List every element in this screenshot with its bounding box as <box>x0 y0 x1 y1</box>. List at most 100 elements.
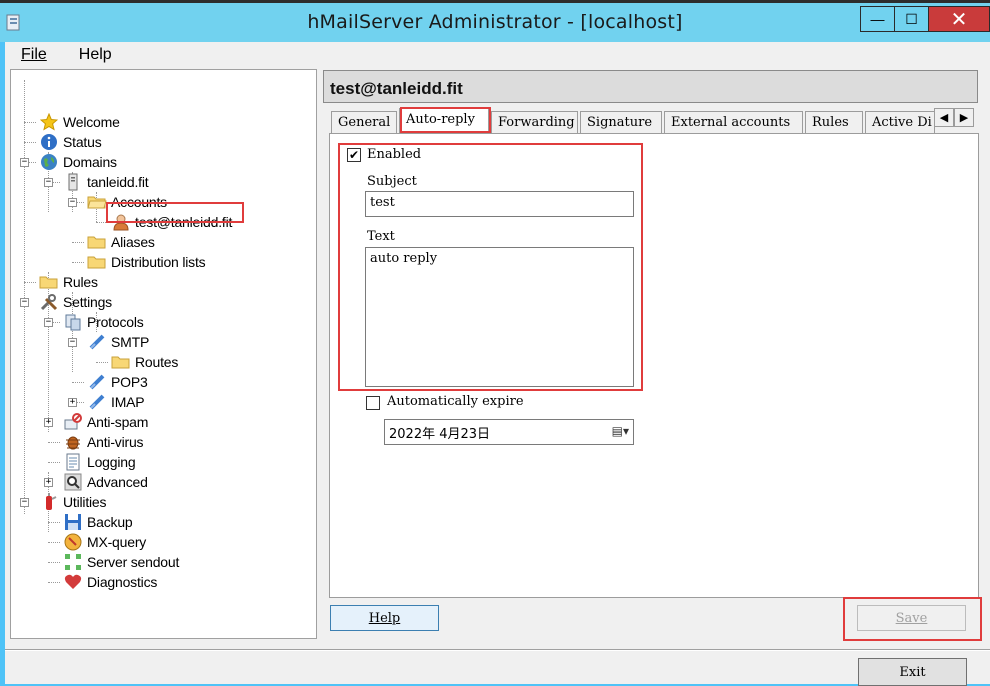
collapse-settings-toggle[interactable]: − <box>20 298 29 307</box>
tree-item-protocols[interactable]: Protocols <box>63 312 144 332</box>
tree-item-settings[interactable]: Settings <box>39 292 112 312</box>
tree-line <box>48 462 60 463</box>
collapse-domain-toggle[interactable]: − <box>44 178 53 187</box>
tree-line <box>96 362 108 363</box>
tree-item-anti-virus[interactable]: Anti-virus <box>63 432 144 452</box>
tree-line <box>72 382 84 383</box>
tree-item-pop3[interactable]: POP3 <box>87 372 148 392</box>
heart-icon <box>63 573 83 591</box>
tree-item-smtp[interactable]: SMTP <box>87 332 149 352</box>
tab-signature[interactable]: Signature <box>580 111 662 133</box>
tree-item-imap[interactable]: IMAP <box>87 392 145 412</box>
tab-external-accounts[interactable]: External accounts <box>664 111 803 133</box>
menu-bar: File Help <box>5 42 990 68</box>
expand-imap-toggle[interactable]: + <box>68 398 77 407</box>
tree-line <box>24 142 36 143</box>
plug-icon <box>87 333 107 351</box>
swiss-knife-icon <box>39 493 59 511</box>
plug-icon <box>87 373 107 391</box>
tree-item-utilities[interactable]: Utilities <box>39 492 107 512</box>
tab-scroll-right-button[interactable]: ▶ <box>954 108 974 127</box>
tree-item-label: Distribution lists <box>111 254 206 270</box>
tree-item-advanced[interactable]: Advanced <box>63 472 148 492</box>
info-icon <box>39 133 59 151</box>
tree-item-label: Routes <box>135 354 179 370</box>
expand-advanced-toggle[interactable]: + <box>44 478 53 487</box>
tree-item-routes[interactable]: Routes <box>111 352 178 372</box>
subject-input[interactable]: test <box>365 191 634 217</box>
collapse-domains-toggle[interactable]: − <box>20 158 29 167</box>
enabled-label: Enabled <box>367 147 422 162</box>
no-mail-icon <box>63 413 83 431</box>
tree-item-backup[interactable]: Backup <box>63 512 133 532</box>
tab-forwarding[interactable]: Forwarding <box>491 111 578 133</box>
tab-general[interactable]: General <box>331 111 397 133</box>
collapse-accounts-toggle[interactable]: − <box>68 198 77 207</box>
help-button[interactable]: Help <box>330 605 439 631</box>
tree-item-label: MX-query <box>87 534 147 550</box>
tab-scroll-left-button[interactable]: ◀ <box>934 108 954 127</box>
close-button[interactable]: ✕ <box>928 6 990 32</box>
protocols-icon <box>63 313 83 331</box>
tab-strip: General Auto-reply Forwarding Signature … <box>331 107 981 134</box>
close-icon: ✕ <box>950 8 968 31</box>
globe-icon <box>39 153 59 171</box>
tree-item-label: Rules <box>63 274 98 290</box>
tab-active-directory[interactable]: Active Di <box>865 111 935 133</box>
tree-item-domains[interactable]: Domains <box>39 152 117 172</box>
minimize-button[interactable]: — <box>860 6 894 32</box>
server-icon <box>63 173 83 191</box>
expire-date-value: 2022年 4月23日 <box>389 427 491 442</box>
tools-icon <box>39 293 59 311</box>
magnifier-icon <box>63 473 83 491</box>
floppy-disk-icon <box>63 513 83 531</box>
tree-item-server-sendout[interactable]: Server sendout <box>63 552 179 572</box>
text-textarea[interactable]: auto reply <box>365 247 634 387</box>
tree-line <box>48 582 60 583</box>
auto-expire-checkbox[interactable] <box>366 396 380 410</box>
folder-open-icon <box>87 193 107 211</box>
subject-label: Subject <box>367 174 417 189</box>
tree-item-label: Status <box>63 134 102 150</box>
separator <box>5 649 990 651</box>
maximize-button[interactable]: ☐ <box>894 6 928 32</box>
collapse-utilities-toggle[interactable]: − <box>20 498 29 507</box>
expire-date-picker[interactable]: 2022年 4月23日 ▤▾ <box>384 419 634 445</box>
tree-item-label: Protocols <box>87 314 144 330</box>
tree-item-welcome[interactable]: Welcome <box>39 112 120 132</box>
navigation-tree: − − − − − − + + + − Welcome Status Domai… <box>10 69 317 639</box>
account-highlight-box <box>106 202 244 223</box>
calendar-dropdown-icon[interactable]: ▤▾ <box>612 424 629 438</box>
tree-item-label: IMAP <box>111 394 145 410</box>
tree-item-label: Anti-virus <box>87 434 144 450</box>
tree-item-rules[interactable]: Rules <box>39 272 98 292</box>
menu-file[interactable]: File <box>5 46 63 64</box>
collapse-protocols-toggle[interactable]: − <box>44 318 53 327</box>
tree-item-anti-spam[interactable]: Anti-spam <box>63 412 148 432</box>
tree-line <box>48 542 60 543</box>
enabled-checkbox[interactable]: ✔ <box>347 148 361 162</box>
folder-icon <box>87 233 107 251</box>
tree-item-label: Aliases <box>111 234 155 250</box>
tree-item-diagnostics[interactable]: Diagnostics <box>63 572 157 592</box>
tab-rules[interactable]: Rules <box>805 111 863 133</box>
auto-reply-panel: ✔ Enabled Subject test Text auto reply A… <box>329 133 979 598</box>
bug-icon <box>63 433 83 451</box>
minimize-icon: — <box>870 11 885 27</box>
menu-help[interactable]: Help <box>63 46 128 64</box>
tab-scroll: ◀ ▶ <box>934 108 974 127</box>
tree-item-status[interactable]: Status <box>39 132 102 152</box>
expand-antispam-toggle[interactable]: + <box>44 418 53 427</box>
tree-item-aliases[interactable]: Aliases <box>87 232 155 252</box>
tree-item-distribution-lists[interactable]: Distribution lists <box>87 252 206 272</box>
collapse-smtp-toggle[interactable]: − <box>68 338 77 347</box>
network-icon <box>63 553 83 571</box>
tree-item-mx-query[interactable]: MX-query <box>63 532 146 552</box>
tree-item-logging[interactable]: Logging <box>63 452 136 472</box>
log-document-icon <box>63 453 83 471</box>
save-button[interactable]: Save <box>857 605 966 631</box>
tree-item-label: Welcome <box>63 114 120 130</box>
tree-item-domain[interactable]: tanleidd.fit <box>63 172 149 192</box>
exit-button[interactable]: Exit <box>858 658 967 686</box>
tree-item-label: Settings <box>63 294 112 310</box>
